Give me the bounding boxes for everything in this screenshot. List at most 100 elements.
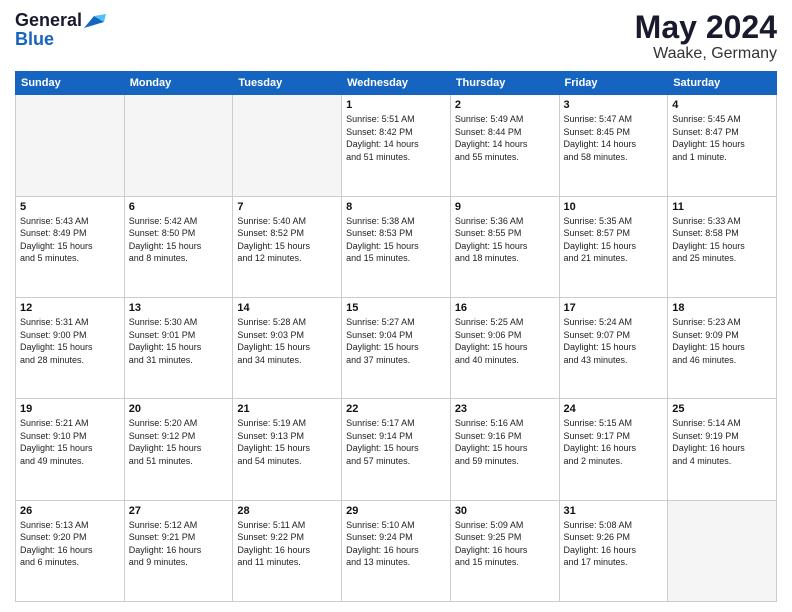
day-info: Sunrise: 5:33 AMSunset: 8:58 PMDaylight:… — [672, 215, 772, 265]
day-info: Sunrise: 5:42 AMSunset: 8:50 PMDaylight:… — [129, 215, 229, 265]
table-row: 16Sunrise: 5:25 AMSunset: 9:06 PMDayligh… — [450, 297, 559, 398]
day-info: Sunrise: 5:20 AMSunset: 9:12 PMDaylight:… — [129, 417, 229, 467]
day-info: Sunrise: 5:28 AMSunset: 9:03 PMDaylight:… — [237, 316, 337, 366]
day-number: 27 — [129, 505, 229, 517]
day-number: 5 — [20, 201, 120, 213]
day-number: 24 — [564, 403, 664, 415]
header-wednesday: Wednesday — [342, 72, 451, 95]
day-number: 22 — [346, 403, 446, 415]
calendar-week-row: 5 Sunrise: 5:43 AMSunset: 8:49 PMDaylight… — [16, 196, 777, 297]
table-row: 3 Sunrise: 5:47 AMSunset: 8:45 PMDaylight… — [559, 95, 668, 196]
table-row: 4 Sunrise: 5:45 AMSunset: 8:47 PMDaylight… — [668, 95, 777, 196]
table-row: 9 Sunrise: 5:36 AMSunset: 8:55 PMDaylight… — [450, 196, 559, 297]
day-number: 28 — [237, 505, 337, 517]
day-info: Sunrise: 5:10 AMSunset: 9:24 PMDaylight:… — [346, 519, 446, 569]
table-row: 7Sunrise: 5:40 AMSunset: 8:52 PMDaylight… — [233, 196, 342, 297]
day-info: Sunrise: 5:49 AMSunset: 8:44 PMDaylight:… — [455, 113, 555, 163]
day-info: Sunrise: 5:35 AMSunset: 8:57 PMDaylight:… — [564, 215, 664, 265]
day-number: 12 — [20, 302, 120, 314]
day-number: 23 — [455, 403, 555, 415]
table-row: 27 Sunrise: 5:12 AMSunset: 9:21 PMDayligh… — [124, 500, 233, 601]
calendar-table: Sunday Monday Tuesday Wednesday Thursday… — [15, 71, 777, 602]
header-friday: Friday — [559, 72, 668, 95]
table-row: 13 Sunrise: 5:30 AMSunset: 9:01 PMDayligh… — [124, 297, 233, 398]
calendar-week-row: 19Sunrise: 5:21 AMSunset: 9:10 PMDayligh… — [16, 399, 777, 500]
logo-blue-text: Blue — [15, 29, 54, 50]
day-info: Sunrise: 5:17 AMSunset: 9:14 PMDaylight:… — [346, 417, 446, 467]
logo-general-text: General — [15, 10, 82, 31]
day-number: 9 — [455, 201, 555, 213]
day-info: Sunrise: 5:21 AMSunset: 9:10 PMDaylight:… — [20, 417, 120, 467]
table-row: 29 Sunrise: 5:10 AMSunset: 9:24 PMDayligh… — [342, 500, 451, 601]
header-thursday: Thursday — [450, 72, 559, 95]
day-number: 4 — [672, 99, 772, 111]
table-row: 10 Sunrise: 5:35 AMSunset: 8:57 PMDayligh… — [559, 196, 668, 297]
table-row: 11 Sunrise: 5:33 AMSunset: 8:58 PMDayligh… — [668, 196, 777, 297]
day-number: 21 — [237, 403, 337, 415]
day-number: 16 — [455, 302, 555, 314]
day-number: 25 — [672, 403, 772, 415]
day-number: 2 — [455, 99, 555, 111]
header: General Blue May 2024 Waake, Germany — [15, 10, 777, 63]
day-info: Sunrise: 5:36 AMSunset: 8:55 PMDaylight:… — [455, 215, 555, 265]
day-info: Sunrise: 5:12 AMSunset: 9:21 PMDaylight:… — [129, 519, 229, 569]
day-number: 13 — [129, 302, 229, 314]
day-info: Sunrise: 5:11 AMSunset: 9:22 PMDaylight:… — [237, 519, 337, 569]
table-row: 20Sunrise: 5:20 AMSunset: 9:12 PMDayligh… — [124, 399, 233, 500]
calendar-location: Waake, Germany — [635, 45, 777, 63]
table-row: 25 Sunrise: 5:14 AMSunset: 9:19 PMDayligh… — [668, 399, 777, 500]
day-info: Sunrise: 5:27 AMSunset: 9:04 PMDaylight:… — [346, 316, 446, 366]
day-info: Sunrise: 5:43 AMSunset: 8:49 PMDaylight:… — [20, 215, 120, 265]
table-row: 2 Sunrise: 5:49 AMSunset: 8:44 PMDaylight… — [450, 95, 559, 196]
table-row: 8 Sunrise: 5:38 AMSunset: 8:53 PMDaylight… — [342, 196, 451, 297]
table-row: 18Sunrise: 5:23 AMSunset: 9:09 PMDayligh… — [668, 297, 777, 398]
title-block: May 2024 Waake, Germany — [635, 10, 777, 63]
table-row: 31Sunrise: 5:08 AMSunset: 9:26 PMDayligh… — [559, 500, 668, 601]
logo: General Blue — [15, 10, 106, 50]
day-info: Sunrise: 5:19 AMSunset: 9:13 PMDaylight:… — [237, 417, 337, 467]
day-number: 11 — [672, 201, 772, 213]
table-row: 14 Sunrise: 5:28 AMSunset: 9:03 PMDayligh… — [233, 297, 342, 398]
table-row: 12Sunrise: 5:31 AMSunset: 9:00 PMDayligh… — [16, 297, 125, 398]
header-saturday: Saturday — [668, 72, 777, 95]
day-number: 8 — [346, 201, 446, 213]
day-number: 10 — [564, 201, 664, 213]
table-row: 17 Sunrise: 5:24 AMSunset: 9:07 PMDayligh… — [559, 297, 668, 398]
day-number: 26 — [20, 505, 120, 517]
table-row: 21 Sunrise: 5:19 AMSunset: 9:13 PMDayligh… — [233, 399, 342, 500]
table-row: 30 Sunrise: 5:09 AMSunset: 9:25 PMDayligh… — [450, 500, 559, 601]
table-row: 28 Sunrise: 5:11 AMSunset: 9:22 PMDayligh… — [233, 500, 342, 601]
day-number: 30 — [455, 505, 555, 517]
day-number: 18 — [672, 302, 772, 314]
table-row: 22 Sunrise: 5:17 AMSunset: 9:14 PMDayligh… — [342, 399, 451, 500]
day-info: Sunrise: 5:30 AMSunset: 9:01 PMDaylight:… — [129, 316, 229, 366]
day-number: 7 — [237, 201, 337, 213]
day-info: Sunrise: 5:13 AMSunset: 9:20 PMDaylight:… — [20, 519, 120, 569]
day-info: Sunrise: 5:15 AMSunset: 9:17 PMDaylight:… — [564, 417, 664, 467]
day-number: 14 — [237, 302, 337, 314]
day-info: Sunrise: 5:16 AMSunset: 9:16 PMDaylight:… — [455, 417, 555, 467]
calendar-week-row: 1 Sunrise: 5:51 AMSunset: 8:42 PMDaylight… — [16, 95, 777, 196]
day-number: 31 — [564, 505, 664, 517]
day-info: Sunrise: 5:51 AMSunset: 8:42 PMDaylight:… — [346, 113, 446, 163]
day-number: 17 — [564, 302, 664, 314]
day-info: Sunrise: 5:47 AMSunset: 8:45 PMDaylight:… — [564, 113, 664, 163]
day-number: 3 — [564, 99, 664, 111]
calendar-week-row: 26 Sunrise: 5:13 AMSunset: 9:20 PMDayligh… — [16, 500, 777, 601]
day-info: Sunrise: 5:09 AMSunset: 9:25 PMDaylight:… — [455, 519, 555, 569]
day-info: Sunrise: 5:24 AMSunset: 9:07 PMDaylight:… — [564, 316, 664, 366]
day-number: 6 — [129, 201, 229, 213]
page: General Blue May 2024 Waake, Germany Sun… — [0, 0, 792, 612]
header-sunday: Sunday — [16, 72, 125, 95]
table-row — [668, 500, 777, 601]
logo-icon — [84, 14, 106, 30]
day-info: Sunrise: 5:14 AMSunset: 9:19 PMDaylight:… — [672, 417, 772, 467]
calendar-header-row: Sunday Monday Tuesday Wednesday Thursday… — [16, 72, 777, 95]
table-row: 24 Sunrise: 5:15 AMSunset: 9:17 PMDayligh… — [559, 399, 668, 500]
table-row: 15Sunrise: 5:27 AMSunset: 9:04 PMDayligh… — [342, 297, 451, 398]
day-info: Sunrise: 5:45 AMSunset: 8:47 PMDaylight:… — [672, 113, 772, 163]
day-info: Sunrise: 5:38 AMSunset: 8:53 PMDaylight:… — [346, 215, 446, 265]
table-row — [124, 95, 233, 196]
day-number: 1 — [346, 99, 446, 111]
day-number: 29 — [346, 505, 446, 517]
